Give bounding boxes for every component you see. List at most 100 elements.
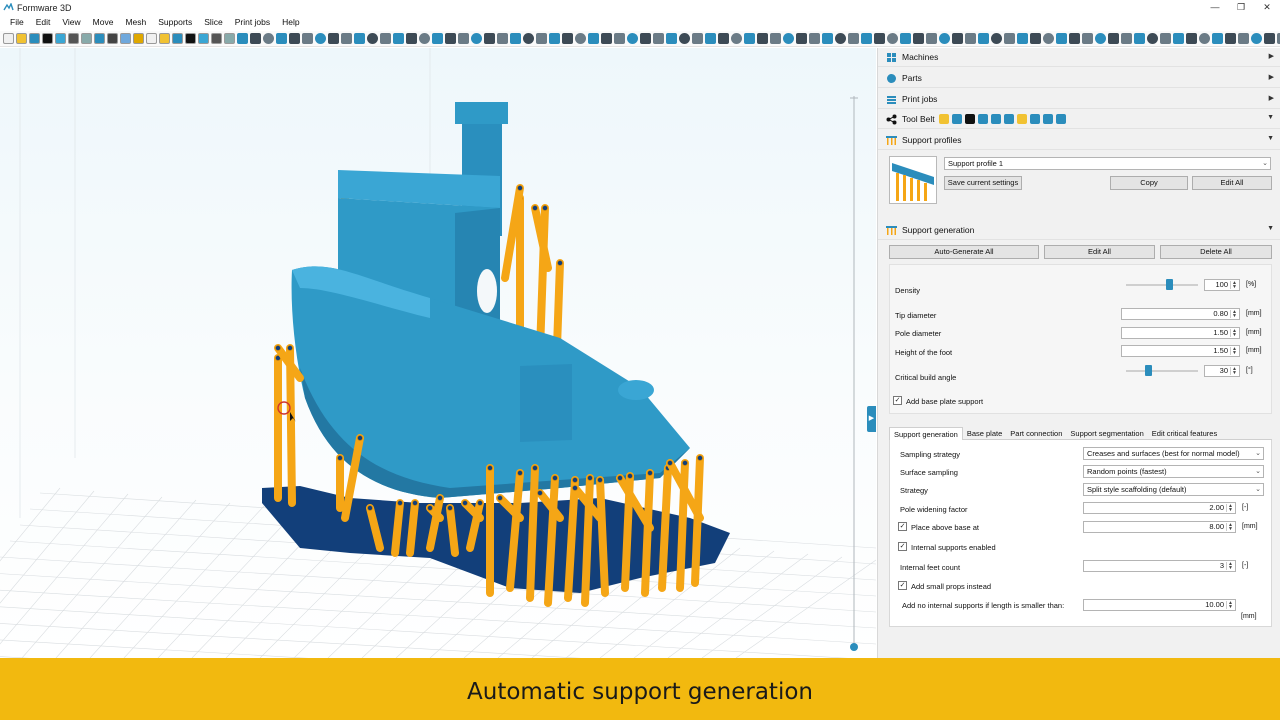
tool-belt-tool-icon-8[interactable] bbox=[1029, 114, 1040, 124]
3d-viewport[interactable]: ▶ bbox=[0, 48, 876, 658]
toolbar-tool-icon-92[interactable] bbox=[1186, 33, 1197, 44]
critical-angle-input[interactable]: 30 ▲ ▼ bbox=[1204, 365, 1240, 377]
toolbar-tool-icon-97[interactable] bbox=[1251, 33, 1262, 44]
toolbar-tool-icon-57[interactable] bbox=[731, 33, 742, 44]
critical-angle-slider-track[interactable] bbox=[1126, 370, 1198, 372]
toolbar-tool-icon-44[interactable] bbox=[562, 33, 573, 44]
toolbar-tool-icon-78[interactable] bbox=[1004, 33, 1015, 44]
toolbar-tool-icon-76[interactable] bbox=[978, 33, 989, 44]
toolbar-tool-icon-62[interactable] bbox=[796, 33, 807, 44]
toolbar-tool-icon-24[interactable] bbox=[302, 33, 313, 44]
menu-print-jobs[interactable]: Print jobs bbox=[229, 15, 276, 30]
open-recent-icon[interactable] bbox=[29, 33, 40, 44]
toolbar-tool-icon-59[interactable] bbox=[757, 33, 768, 44]
scene-canvas[interactable] bbox=[0, 48, 876, 658]
toolbar-tool-icon-54[interactable] bbox=[692, 33, 703, 44]
internal-feet-input[interactable]: 3 ▲ ▼ bbox=[1083, 560, 1236, 572]
menu-slice[interactable]: Slice bbox=[198, 15, 228, 30]
edit-all-profile-button[interactable]: Edit All bbox=[1192, 176, 1272, 190]
toolbar-tool-icon-23[interactable] bbox=[289, 33, 300, 44]
export-icon[interactable] bbox=[120, 33, 131, 44]
section-print-jobs[interactable]: Print jobs ▶ bbox=[878, 90, 1280, 109]
sampling-strategy-select[interactable]: Creases and surfaces (best for normal mo… bbox=[1083, 447, 1264, 460]
toolbar-tool-icon-37[interactable] bbox=[471, 33, 482, 44]
tool-belt-tool-icon-1[interactable] bbox=[938, 114, 949, 124]
toolbar-tool-icon-73[interactable] bbox=[939, 33, 950, 44]
menu-file[interactable]: File bbox=[4, 15, 30, 30]
toolbar-tool-icon-45[interactable] bbox=[575, 33, 586, 44]
delete-all-supports-button[interactable]: Delete All bbox=[1160, 245, 1272, 259]
toolbar-tool-icon-80[interactable] bbox=[1030, 33, 1041, 44]
foot-height-input[interactable]: 1.50 ▲ ▼ bbox=[1121, 345, 1240, 357]
edit-all-supports-button[interactable]: Edit All bbox=[1044, 245, 1155, 259]
toolbar-tool-icon-32[interactable] bbox=[406, 33, 417, 44]
view-icon[interactable] bbox=[185, 33, 196, 44]
toolbar-tool-icon-69[interactable] bbox=[887, 33, 898, 44]
search-icon[interactable] bbox=[211, 33, 222, 44]
settings-icon[interactable] bbox=[94, 33, 105, 44]
tab-support-generation[interactable]: Support generation bbox=[889, 427, 963, 440]
toolbar-tool-icon-33[interactable] bbox=[419, 33, 430, 44]
toolbar-tool-icon-85[interactable] bbox=[1095, 33, 1106, 44]
toolbar-tool-icon-29[interactable] bbox=[367, 33, 378, 44]
delete-icon[interactable] bbox=[172, 33, 183, 44]
menu-edit[interactable]: Edit bbox=[30, 15, 57, 30]
toolbar-tool-icon-58[interactable] bbox=[744, 33, 755, 44]
toolbar-tool-icon-50[interactable] bbox=[640, 33, 651, 44]
toolbar-tool-icon-53[interactable] bbox=[679, 33, 690, 44]
toolbar-tool-icon-41[interactable] bbox=[523, 33, 534, 44]
panel-collapse-toggle[interactable]: ▶ bbox=[867, 406, 876, 432]
edit-icon[interactable] bbox=[107, 33, 118, 44]
toolbar-tool-icon-56[interactable] bbox=[718, 33, 729, 44]
spinner-icon[interactable]: ▲ ▼ bbox=[1230, 310, 1238, 319]
tab-base-plate[interactable]: Base plate bbox=[963, 427, 1006, 440]
toolbar-tool-icon-34[interactable] bbox=[432, 33, 443, 44]
toolbar-tool-icon-52[interactable] bbox=[666, 33, 677, 44]
toolbar-tool-icon-68[interactable] bbox=[874, 33, 885, 44]
toolbar-tool-icon-25[interactable] bbox=[315, 33, 326, 44]
toolbar-tool-icon-66[interactable] bbox=[848, 33, 859, 44]
toolbar-tool-icon-75[interactable] bbox=[965, 33, 976, 44]
toolbar-tool-icon-61[interactable] bbox=[783, 33, 794, 44]
density-slider-thumb[interactable] bbox=[1166, 279, 1174, 290]
redo-icon[interactable] bbox=[146, 33, 157, 44]
tool-belt-tool-icon-4[interactable] bbox=[977, 114, 988, 124]
toolbar-tool-icon-96[interactable] bbox=[1238, 33, 1249, 44]
small-props-checkbox[interactable]: ✓ bbox=[898, 581, 907, 590]
toolbar-tool-icon-89[interactable] bbox=[1147, 33, 1158, 44]
menu-mesh[interactable]: Mesh bbox=[119, 15, 152, 30]
toolbar-tool-icon-83[interactable] bbox=[1069, 33, 1080, 44]
tool-belt-tool-icon-3[interactable] bbox=[964, 114, 975, 124]
surface-sampling-select[interactable]: Random points (fastest) ⌄ bbox=[1083, 465, 1264, 478]
toolbar-tool-icon-28[interactable] bbox=[354, 33, 365, 44]
tool-belt-tool-icon-10[interactable] bbox=[1055, 114, 1066, 124]
strategy-select[interactable]: Split style scaffolding (default) ⌄ bbox=[1083, 483, 1264, 496]
tool-belt-tool-icon-9[interactable] bbox=[1042, 114, 1053, 124]
close-button[interactable]: ✕ bbox=[1254, 0, 1280, 15]
tool-belt-tool-icon-7[interactable] bbox=[1016, 114, 1027, 124]
open-folder-icon[interactable] bbox=[16, 33, 27, 44]
toolbar-tool-icon-48[interactable] bbox=[614, 33, 625, 44]
tab-support-segmentation[interactable]: Support segmentation bbox=[1066, 427, 1147, 440]
density-input[interactable]: 100 ▲ ▼ bbox=[1204, 279, 1240, 291]
toolbar-tool-icon-47[interactable] bbox=[601, 33, 612, 44]
section-machines[interactable]: Machines ▶ bbox=[878, 48, 1280, 67]
toolbar-tool-icon-77[interactable] bbox=[991, 33, 1002, 44]
toolbar-tool-icon-55[interactable] bbox=[705, 33, 716, 44]
menu-view[interactable]: View bbox=[56, 15, 86, 30]
toolbar-tool-icon-46[interactable] bbox=[588, 33, 599, 44]
place-above-base-input[interactable]: 8.00 ▲ ▼ bbox=[1083, 521, 1236, 533]
base-plate-support-checkbox[interactable]: ✓ bbox=[893, 396, 902, 405]
section-support-profiles[interactable]: Support profiles ▼ bbox=[878, 131, 1280, 150]
import-icon[interactable] bbox=[42, 33, 53, 44]
copy-icon[interactable] bbox=[159, 33, 170, 44]
tip-diameter-input[interactable]: 0.80 ▲ ▼ bbox=[1121, 308, 1240, 320]
toolbar-tool-icon-30[interactable] bbox=[380, 33, 391, 44]
toolbar-tool-icon-40[interactable] bbox=[510, 33, 521, 44]
spinner-icon[interactable]: ▲ ▼ bbox=[1226, 601, 1234, 610]
spinner-icon[interactable]: ▲ ▼ bbox=[1230, 281, 1238, 290]
toolbar-tool-icon-39[interactable] bbox=[497, 33, 508, 44]
density-slider-track[interactable] bbox=[1126, 284, 1198, 286]
support-profile-select[interactable]: Support profile 1 ⌄ bbox=[944, 157, 1271, 170]
print-icon[interactable] bbox=[81, 33, 92, 44]
